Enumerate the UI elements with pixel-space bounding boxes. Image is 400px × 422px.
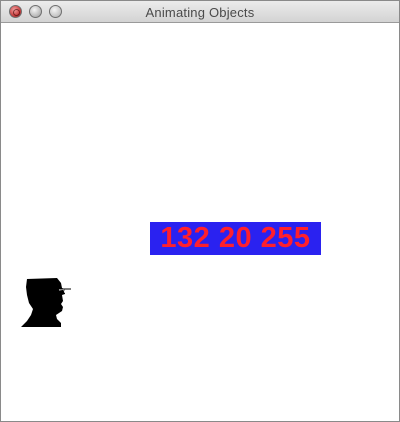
app-window: Animating Objects 132 20 255 <box>0 0 400 422</box>
head-silhouette-icon <box>21 278 74 327</box>
window-title: Animating Objects <box>145 5 255 20</box>
animation-canvas: 132 20 255 <box>1 23 399 421</box>
color-value-label: 132 20 255 <box>150 222 321 255</box>
title-bar[interactable]: Animating Objects <box>1 1 399 23</box>
